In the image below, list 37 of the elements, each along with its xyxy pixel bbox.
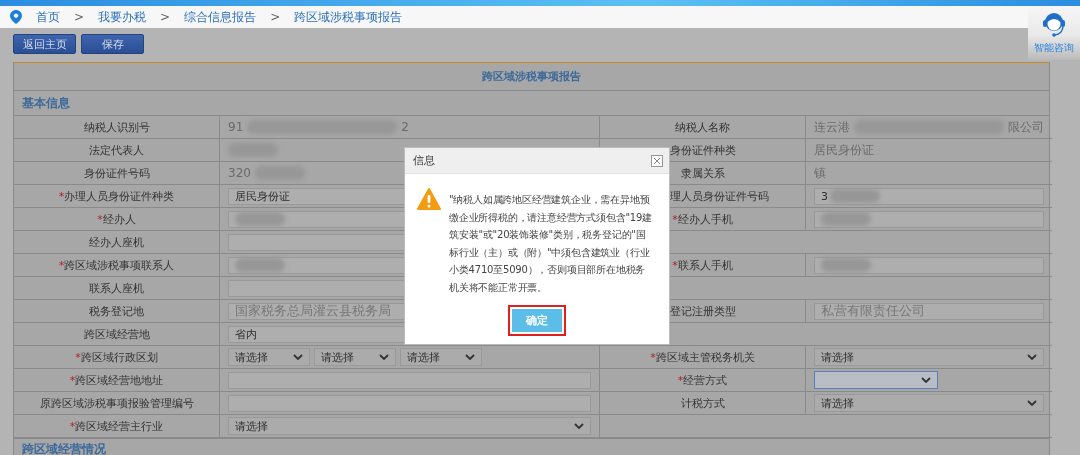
breadcrumb-separator: >	[270, 10, 281, 24]
field-label: *联系人手机	[672, 257, 733, 273]
field-value: 限公司	[1008, 118, 1044, 136]
field-label: *经营方式	[677, 372, 728, 388]
field-value: 91	[228, 120, 244, 134]
field-label: 经办人座机	[89, 234, 144, 250]
form-title: 跨区域涉税事项报告	[482, 69, 581, 84]
field-label: *经办人手机	[672, 211, 733, 227]
field-value: 320	[228, 166, 251, 180]
field-value: 2	[401, 120, 409, 134]
field-label: 原跨区域涉税事项报验管理编号	[39, 395, 194, 411]
field-label: *跨区域经营地地址	[69, 372, 164, 388]
field-label: 跨区域经营地	[83, 326, 150, 342]
field-label: 身份证件号码	[83, 165, 150, 181]
field-label: 身份证件种类	[669, 142, 736, 158]
dialog-title: 信息	[413, 153, 435, 168]
field-label: 隶属关系	[680, 165, 725, 181]
field-label: *经办人	[97, 211, 136, 227]
breadcrumb-separator: >	[160, 10, 171, 24]
dialog-message: "纳税人如属跨地区经营建筑企业，需在异地预缴企业所得税的，请注意经营方式须包含"19建筑安装"或"20装饰装修"类别，税务登记的"国标行业（主）或（附）"中须包含建筑业（行业小类4710至5090），否则项目部所在地税务机关将不能正常开票。	[449, 193, 653, 295]
section-heading: 跨区域经营情况	[22, 440, 106, 455]
field-label: 税务登记地	[89, 303, 144, 319]
field-label: 纳税人识别号	[83, 119, 150, 135]
field-label: *跨区域行政区划	[75, 349, 158, 365]
field-label: 联系人座机	[89, 280, 144, 296]
field-label: 登记注册类型	[669, 303, 736, 319]
field-label: 纳税人名称	[675, 119, 730, 135]
section-heading: 基本信息	[22, 94, 70, 112]
breadcrumb-separator: >	[74, 10, 85, 24]
field-label: 法定代表人	[89, 142, 144, 158]
field-label: *办理人员身份证件种类	[58, 188, 175, 204]
field-label: *跨区域经营主行业	[69, 418, 164, 434]
field-label: *跨区域主管税务机关	[650, 349, 755, 365]
field-value: 镇	[814, 164, 826, 182]
field-label: 计税方式	[680, 395, 725, 411]
field-label: *跨区域涉税事项联系人	[58, 257, 175, 273]
field-label: 理人员身份证件号码	[670, 188, 769, 204]
